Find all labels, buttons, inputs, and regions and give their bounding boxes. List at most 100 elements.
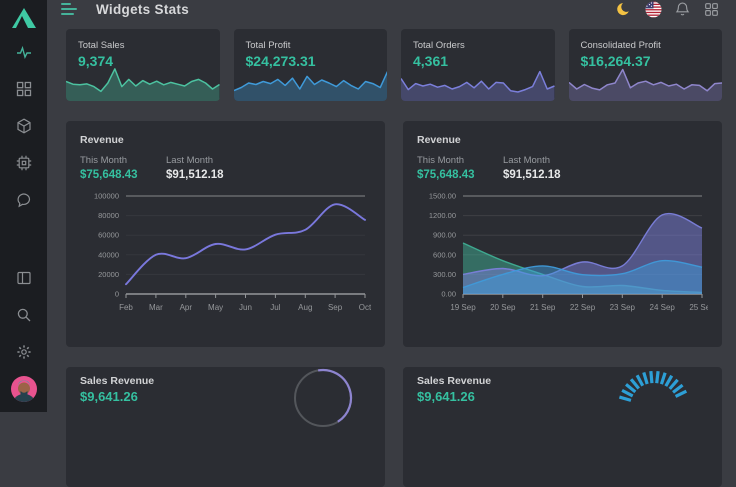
consolidated-profit-sparkline-chart: [569, 63, 723, 101]
stat-card-label: Total Profit: [234, 29, 388, 51]
main-area: Widgets Stats: [47, 0, 736, 412]
apps-menu-button[interactable]: [702, 0, 720, 18]
last-month-value: $91,512.18: [503, 169, 572, 181]
last-month-label: Last Month: [503, 155, 572, 166]
svg-text:23 Sep: 23 Sep: [610, 303, 636, 312]
this-month-value: $75,648.43: [80, 169, 149, 181]
widgets-grid-icon: [16, 81, 32, 97]
moon-icon: [616, 1, 632, 17]
sidebar-item-layout[interactable]: [9, 263, 39, 293]
sales-revenue-card-ticks: Sales Revenue $9,641.26: [403, 367, 722, 487]
svg-text:Aug: Aug: [298, 303, 312, 312]
total-profit-sparkline-chart: [234, 63, 388, 101]
notifications-button[interactable]: [673, 0, 691, 18]
this-month-label: This Month: [80, 155, 149, 166]
stat-card-label: Consolidated Profit: [569, 29, 723, 51]
revenue-line-card: Revenue This Month $75,648.43 Last Month…: [66, 121, 385, 347]
revenue-area-chart: 0.00 300.00 600.00 900.00 1200.00 1500.00 19 S…: [417, 188, 708, 320]
total-sales-sparkline-chart: [66, 63, 220, 101]
stat-card-total-sales: Total Sales 9,374: [66, 29, 220, 101]
revenue-summary: This Month $75,648.43 Last Month $91,512…: [417, 155, 708, 181]
sidebar-item-dashboard[interactable]: [9, 37, 39, 67]
last-month-value: $91,512.18: [166, 169, 235, 181]
revenue-area-card: Revenue This Month $75,648.43 Last Month…: [403, 121, 722, 347]
svg-text:22 Sep: 22 Sep: [570, 303, 596, 312]
package-box-icon: [16, 118, 32, 134]
sidebar-item-widgets[interactable]: [9, 74, 39, 104]
stat-card-label: Total Sales: [66, 29, 220, 51]
svg-text:Jul: Jul: [270, 303, 280, 312]
svg-text:Apr: Apr: [180, 303, 193, 312]
ring-gauge-chart: [267, 367, 367, 479]
sidebar-toggle-icon[interactable]: [61, 1, 81, 17]
layout-columns-icon: [16, 270, 32, 286]
svg-text:19 Sep: 19 Sep: [450, 303, 476, 312]
sales-revenue-row: Sales Revenue $9,641.26 Sales Revenue $9…: [66, 367, 722, 487]
sidebar: [0, 0, 47, 412]
this-month-value: $75,648.43: [417, 169, 486, 181]
dashboard-content: Total Sales 9,374 Total Profit $24,273.3…: [47, 18, 736, 487]
gear-teeth: [17, 345, 30, 358]
svg-text:40000: 40000: [98, 250, 119, 259]
sidebar-item-messages[interactable]: [9, 185, 39, 215]
svg-text:24 Sep: 24 Sep: [650, 303, 676, 312]
cpu-chip-icon: [16, 155, 32, 171]
svg-text:20 Sep: 20 Sep: [490, 303, 516, 312]
stat-card-label: Total Orders: [401, 29, 555, 51]
page-title: Widgets Stats: [96, 2, 189, 17]
svg-text:900.00: 900.00: [433, 231, 456, 240]
svg-text:Jun: Jun: [239, 303, 252, 312]
top-header: Widgets Stats: [47, 0, 736, 18]
svg-text:0: 0: [115, 290, 119, 299]
settings-gear-icon: [16, 344, 32, 360]
revenue-line-chart: 020000400006000080000100000FebMarAprMayJ…: [80, 188, 371, 320]
svg-text:Sep: Sep: [328, 303, 343, 312]
avatar-image: [11, 376, 37, 402]
svg-text:1200.00: 1200.00: [429, 211, 456, 220]
svg-text:Oct: Oct: [359, 303, 371, 312]
revenue-summary: This Month $75,648.43 Last Month $91,512…: [80, 155, 371, 181]
svg-text:80000: 80000: [98, 211, 119, 220]
svg-text:0.00: 0.00: [441, 290, 456, 299]
sidebar-item-search[interactable]: [9, 300, 39, 330]
sidebar-item-system[interactable]: [9, 148, 39, 178]
svg-text:1500.00: 1500.00: [429, 192, 456, 201]
svg-text:Feb: Feb: [119, 303, 133, 312]
sales-revenue-card-ring: Sales Revenue $9,641.26: [66, 367, 385, 487]
us-flag-icon: [645, 1, 662, 18]
stat-card-consolidated-profit: Consolidated Profit $16,264.37: [569, 29, 723, 101]
user-avatar[interactable]: [11, 376, 37, 402]
sidebar-item-settings[interactable]: [9, 337, 39, 367]
stat-card-total-profit: Total Profit $24,273.31: [234, 29, 388, 101]
svg-text:May: May: [208, 303, 223, 312]
card-title: Revenue: [417, 134, 708, 146]
svg-text:20000: 20000: [98, 270, 119, 279]
svg-text:21 Sep: 21 Sep: [530, 303, 556, 312]
last-month-label: Last Month: [166, 155, 235, 166]
activity-icon: [16, 44, 32, 60]
theme-toggle-button[interactable]: [615, 0, 633, 18]
sidebar-nav-top: [9, 30, 39, 215]
svg-text:600.00: 600.00: [433, 250, 456, 259]
sidebar-item-packages[interactable]: [9, 111, 39, 141]
language-selector-button[interactable]: [644, 0, 662, 18]
sidebar-nav-bottom: [9, 256, 39, 367]
logo-triangle-icon: [11, 7, 37, 29]
tick-gauge-chart: [604, 367, 704, 479]
svg-text:60000: 60000: [98, 231, 119, 240]
total-orders-sparkline-chart: [401, 63, 555, 101]
app-logo[interactable]: [10, 6, 38, 30]
this-month-label: This Month: [417, 155, 486, 166]
stat-cards-row: Total Sales 9,374 Total Profit $24,273.3…: [66, 29, 722, 101]
svg-text:300.00: 300.00: [433, 270, 456, 279]
card-title: Revenue: [80, 134, 371, 146]
header-icons: [615, 0, 720, 18]
svg-text:25 Sep: 25 Sep: [689, 303, 708, 312]
apps-grid-icon: [704, 2, 719, 17]
bell-icon: [675, 1, 690, 17]
svg-text:Mar: Mar: [149, 303, 163, 312]
stat-card-total-orders: Total Orders 4,361: [401, 29, 555, 101]
chat-bubble-icon: [16, 192, 32, 208]
search-icon: [16, 307, 32, 323]
revenue-charts-row: Revenue This Month $75,648.43 Last Month…: [66, 121, 722, 347]
